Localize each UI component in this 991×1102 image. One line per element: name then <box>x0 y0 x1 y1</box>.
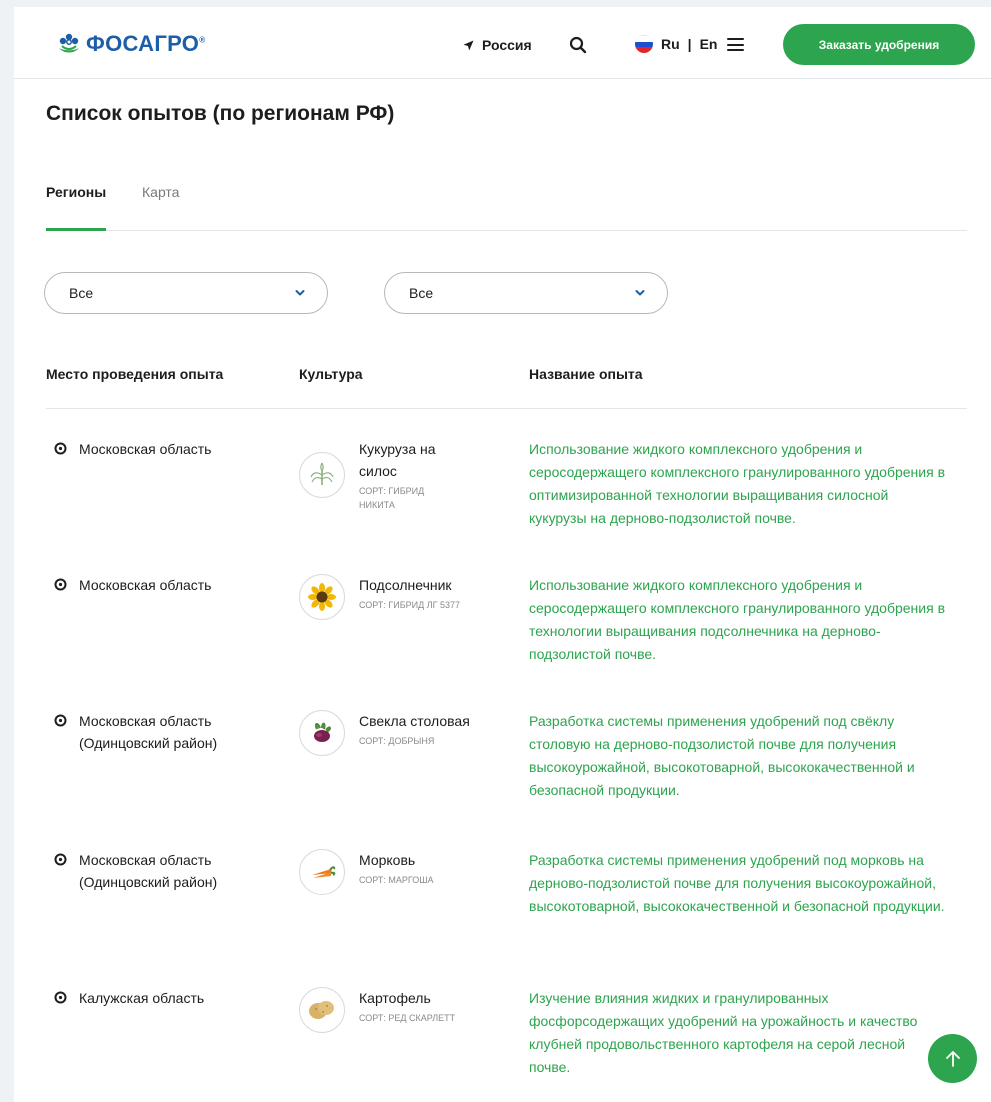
crop-name: Свекла столовая <box>359 713 470 729</box>
crop-filter-value: Все <box>409 285 434 301</box>
lang-separator: | <box>687 36 692 52</box>
location-pin-icon <box>54 991 67 1004</box>
menu-icon[interactable] <box>727 38 744 51</box>
trial-place: Калужская область <box>54 987 204 1009</box>
beet-icon <box>299 710 345 756</box>
region-filter-select[interactable]: Все <box>44 272 328 314</box>
crop-cell: Картофель Сорт: Ред Скарлетт <box>299 987 489 1033</box>
crop-name: Морковь <box>359 852 416 868</box>
crop-cell: Свекла столовая Сорт: Добрыня <box>299 710 489 756</box>
trial-place: Московская область <box>54 438 211 460</box>
column-header-place: Место проведения опыта <box>46 366 224 382</box>
chevron-down-icon <box>295 290 305 296</box>
search-icon[interactable] <box>569 36 587 54</box>
crop-cell: Кукуруза на силос Сорт: гибрид Никита <box>299 438 454 512</box>
tabs: Регионы Карта <box>46 184 967 231</box>
logo-text: ФОСАГРО® <box>86 31 206 56</box>
crop-cell: Морковь Сорт: Маргоша <box>299 849 489 895</box>
trial-title-link[interactable]: Разработка системы применения удобрений … <box>529 710 949 802</box>
page-title: Список опытов (по регионам РФ) <box>46 102 395 125</box>
location-pin-icon <box>54 714 67 727</box>
region-filter-value: Все <box>69 285 94 301</box>
sunflower-icon <box>299 574 345 620</box>
page-frame: ФОСАГРО® Россия Ru | En Заказать удобрен… <box>14 7 991 1102</box>
scroll-to-top-button[interactable] <box>928 1034 977 1083</box>
location-pin-icon <box>54 578 67 591</box>
location-arrow-icon <box>463 40 474 50</box>
crop-filter-select[interactable]: Все <box>384 272 668 314</box>
place-label: Калужская область <box>79 990 205 1006</box>
lang-ru-link[interactable]: Ru <box>661 36 680 52</box>
crop-variety: Сорт: Ред Скарлетт <box>359 1013 456 1023</box>
trial-title-link[interactable]: Использование жидкого комплексного удобр… <box>529 574 949 666</box>
place-label: Московская область <box>79 441 212 457</box>
order-fertilizers-button[interactable]: Заказать удобрения <box>783 24 975 65</box>
crop-variety: Сорт: Маргоша <box>359 875 434 885</box>
column-header-crop: Культура <box>299 366 363 382</box>
language-switcher: Ru | En <box>635 35 717 53</box>
crop-variety: Сорт: гибрид ЛГ 5377 <box>359 600 461 610</box>
arrow-up-icon <box>945 1050 960 1067</box>
place-label: Московская область <box>79 577 212 593</box>
crop-variety: Сорт: Добрыня <box>359 736 435 746</box>
trial-title-link[interactable]: Разработка системы применения удобрений … <box>529 849 949 918</box>
russia-flag-icon <box>635 35 653 53</box>
region-selector[interactable]: Россия <box>463 37 532 53</box>
logo[interactable]: ФОСАГРО® <box>56 31 205 57</box>
carrot-icon <box>299 849 345 895</box>
potato-icon <box>299 987 345 1033</box>
trial-place: Московская область <box>54 574 211 596</box>
table-header: Место проведения опыта Культура Название… <box>46 366 967 409</box>
chevron-down-icon <box>635 290 645 296</box>
crop-name: Картофель <box>359 990 431 1006</box>
trial-place: Московская область (Одинцовский район) <box>54 849 249 893</box>
location-pin-icon <box>54 853 67 866</box>
trial-place: Московская область (Одинцовский район) <box>54 710 249 754</box>
crop-name: Подсолнечник <box>359 577 452 593</box>
tab-map[interactable]: Карта <box>142 184 179 200</box>
location-pin-icon <box>54 442 67 455</box>
corn-icon <box>299 452 345 498</box>
column-header-trial: Название опыта <box>529 366 643 382</box>
crop-variety: Сорт: гибрид Никита <box>359 486 425 510</box>
lang-en-link[interactable]: En <box>700 36 718 52</box>
crop-cell: Подсолнечник Сорт: гибрид ЛГ 5377 <box>299 574 489 620</box>
active-tab-indicator <box>46 228 106 231</box>
logo-flower-icon <box>56 31 82 57</box>
tab-regions[interactable]: Регионы <box>46 184 106 200</box>
place-label: Московская область (Одинцовский район) <box>79 852 218 890</box>
region-label: Россия <box>482 37 532 53</box>
crop-name: Кукуруза на силос <box>359 441 436 479</box>
trial-title-link[interactable]: Использование жидкого комплексного удобр… <box>529 438 949 530</box>
site-header: ФОСАГРО® Россия Ru | En Заказать удобрен… <box>14 7 991 79</box>
place-label: Московская область (Одинцовский район) <box>79 713 218 751</box>
trial-title-link[interactable]: Изучение влияния жидких и гранулированны… <box>529 987 949 1079</box>
